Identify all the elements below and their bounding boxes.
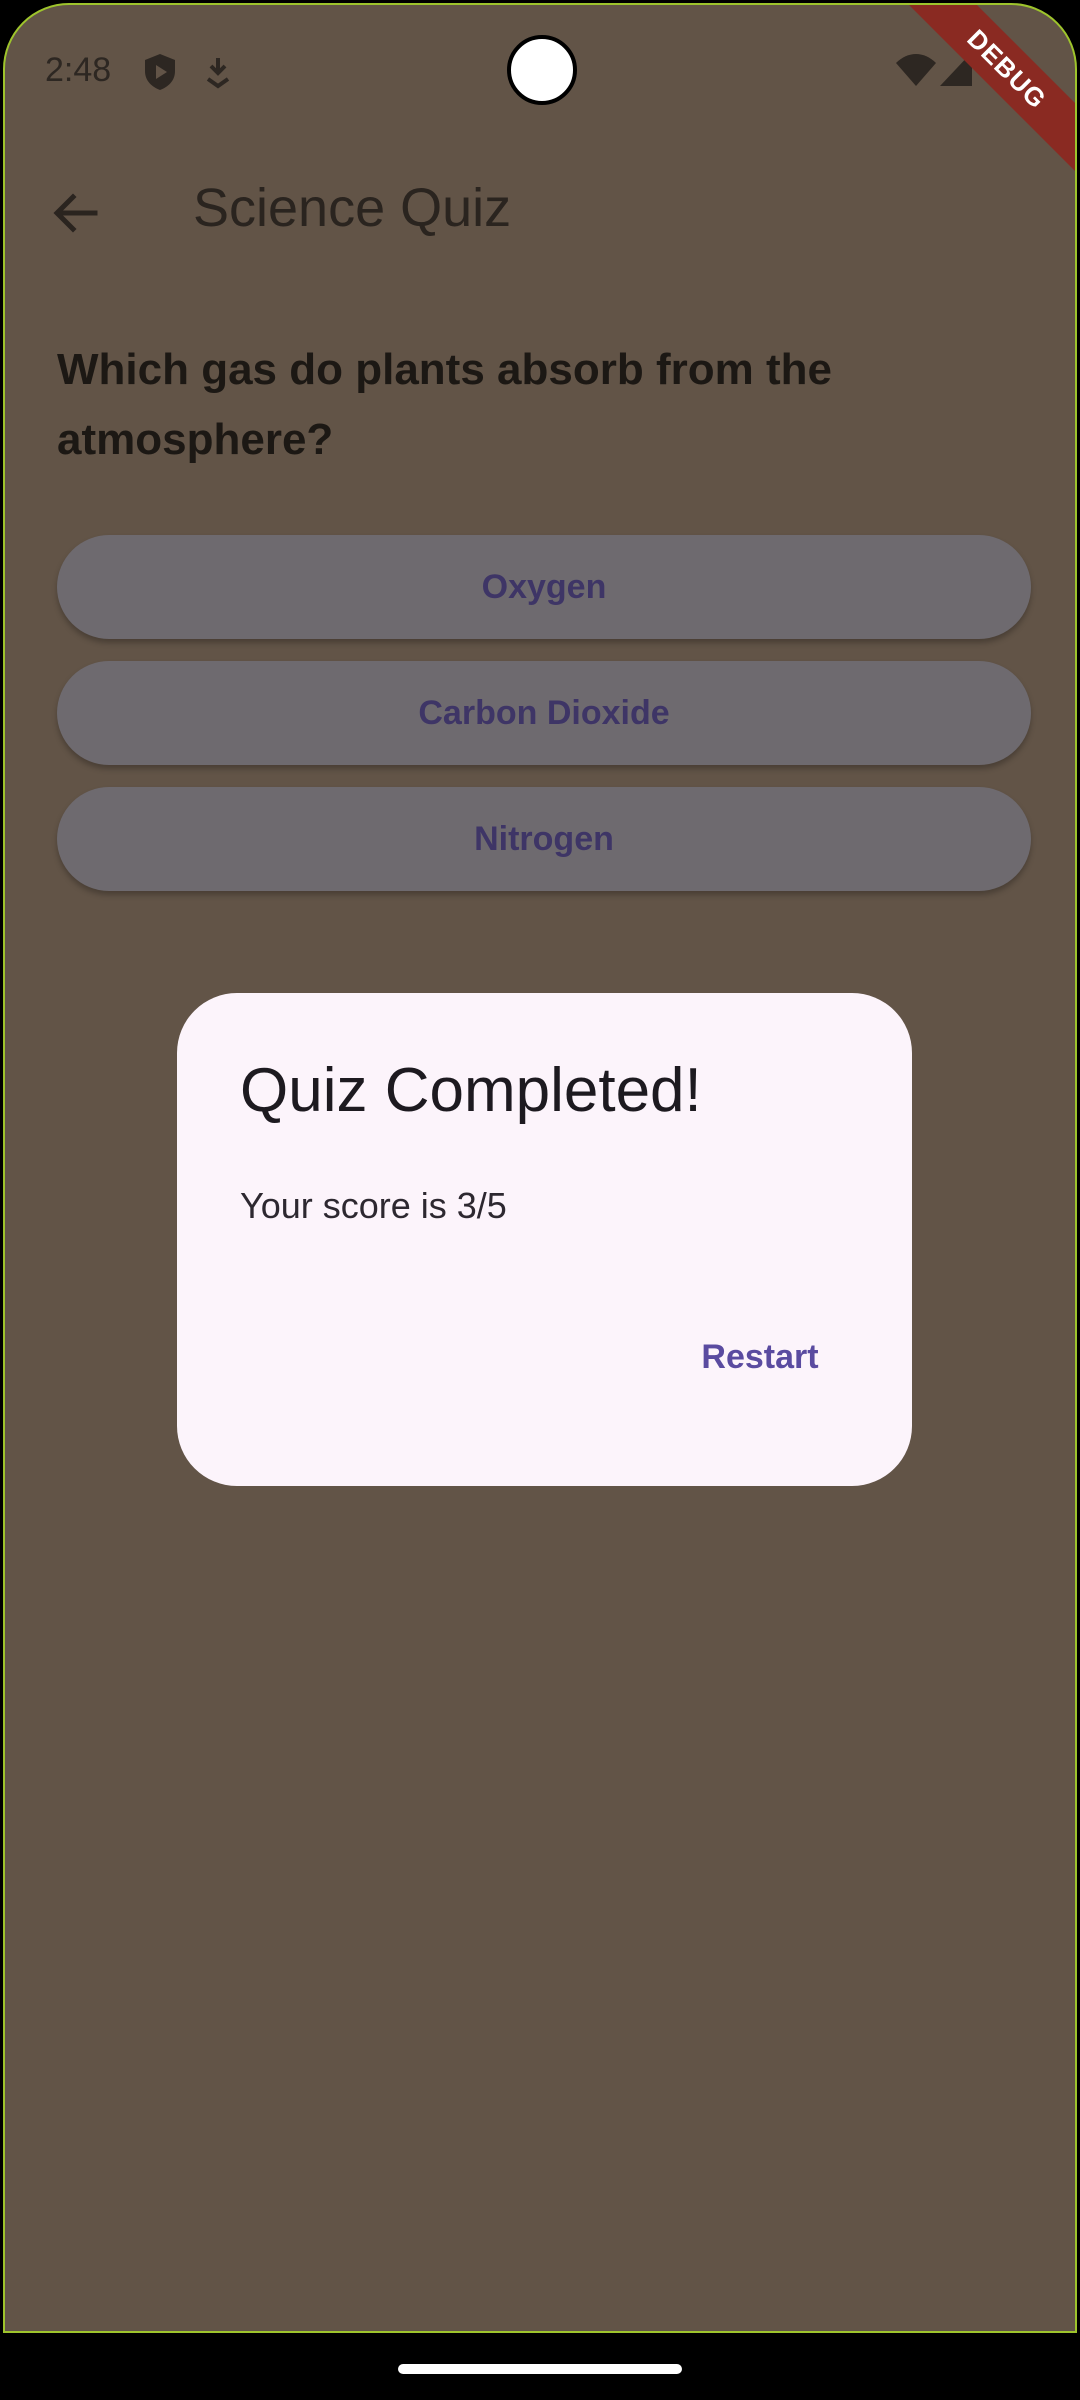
answer-button-oxygen[interactable]: Oxygen: [57, 535, 1031, 639]
restart-button[interactable]: Restart: [675, 1319, 845, 1395]
arrow-back-icon: [53, 193, 98, 233]
question-text: Which gas do plants absorb from the atmo…: [57, 345, 832, 464]
answer-label: Carbon Dioxide: [418, 693, 670, 732]
home-indicator[interactable]: [398, 2364, 682, 2374]
app-screen: 2:48 DEBUG Science Quiz Which gas do pla…: [3, 3, 1077, 2333]
device-frame: 2:48 DEBUG Science Quiz Which gas do pla…: [0, 0, 1080, 2400]
download-icon: [206, 58, 230, 89]
camera-cutout: [507, 35, 577, 105]
wifi-icon: [896, 54, 936, 86]
answer-label: Nitrogen: [474, 819, 614, 858]
answer-button-nitrogen[interactable]: Nitrogen: [57, 787, 1031, 891]
answer-label: Oxygen: [481, 567, 607, 606]
score-text: Your score is 3/5: [240, 1185, 507, 1226]
dialog-title: Quiz Completed!: [240, 1056, 702, 1125]
status-time: 2:48: [45, 51, 112, 89]
page-title: Science Quiz: [193, 178, 512, 238]
app-bar: Science Quiz: [5, 145, 1075, 275]
status-bar: 2:48 DEBUG: [5, 5, 1075, 178]
shield-play-icon: [145, 54, 175, 90]
answer-button-carbon-dioxide[interactable]: Carbon Dioxide: [57, 661, 1031, 765]
back-button[interactable]: [37, 175, 113, 251]
quiz-completed-dialog: Quiz Completed! Your score is 3/5 Restar…: [177, 993, 912, 1486]
